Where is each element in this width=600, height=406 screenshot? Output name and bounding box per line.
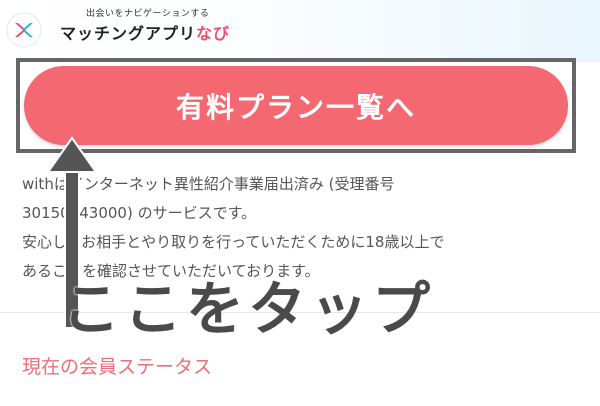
tap-here-annotation: ここをタップ [62, 275, 435, 343]
